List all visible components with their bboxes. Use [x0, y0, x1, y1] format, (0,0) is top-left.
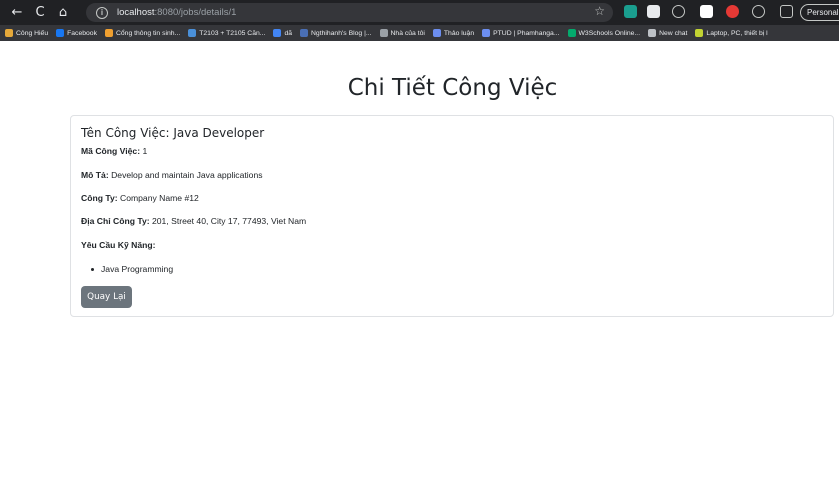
bookmark-item[interactable]: Cổng thông tin sinh... [104, 29, 181, 37]
skill-list-item: Java Programming [91, 264, 173, 274]
bookmark-item[interactable]: dã [273, 29, 292, 37]
bookmark-label: PTUD | Phamhanga... [493, 29, 560, 37]
bookmark-label: Nhà của tôi [390, 29, 425, 37]
bookmark-item[interactable]: Ngthihanh's Blog |... [300, 29, 372, 37]
address-bar[interactable]: i localhost:8080/jobs/details/1 ☆ [86, 3, 613, 22]
page-title: Chi Tiết Công Việc [347, 75, 558, 101]
bookmark-label: Thảo luận [443, 29, 475, 37]
address-value: 201, Street 40, City 17, 77493, Viet Nam [151, 216, 307, 226]
bookmark-item[interactable]: PTUD | Phamhanga... [482, 29, 560, 37]
extension-icon[interactable] [752, 5, 765, 18]
bookmark-star-icon[interactable]: ☆ [594, 4, 605, 18]
job-desc-row: Mô Tả: Develop and maintain Java applica… [81, 170, 263, 180]
bookmark-item[interactable]: New chat [648, 29, 687, 37]
adblock-icon[interactable] [726, 5, 739, 18]
bookmark-favicon-icon [300, 29, 308, 37]
reload-icon[interactable]: C [31, 4, 49, 22]
bookmark-item[interactable]: Công Hiếu [5, 29, 48, 37]
bookmark-favicon-icon [482, 29, 491, 37]
job-desc-value: Develop and maintain Java applications [111, 170, 263, 180]
bookmark-favicon-icon [188, 29, 197, 37]
bookmarks-bar: Công Hiếu Facebook Cổng thông tin sinh... T… [0, 25, 839, 41]
job-id-row: Mã Công Việc: 1 [81, 146, 147, 156]
bookmark-item[interactable]: T2103 + T2105 Căn... [188, 29, 265, 37]
extension-icon[interactable] [672, 5, 685, 18]
extension-icon[interactable] [700, 5, 713, 18]
address-label: Địa Chỉ Công Ty: [81, 216, 150, 226]
bookmark-item[interactable]: Thảo luận [432, 29, 475, 37]
url-text[interactable]: localhost:8080/jobs/details/1 [117, 7, 236, 18]
bookmark-favicon-icon [273, 29, 282, 37]
bookmark-item[interactable]: W3Schools Online... [567, 29, 641, 37]
bookmark-item[interactable]: Laptop, PC, thiết bị l [695, 29, 768, 37]
skills-row: Yêu Cầu Kỹ Năng: [81, 240, 156, 250]
bookmark-label: Laptop, PC, thiết bị l [706, 29, 768, 37]
address-row: Địa Chỉ Công Ty: 201, Street 40, City 17… [81, 216, 306, 226]
home-icon[interactable]: ⌂ [54, 4, 72, 22]
bookmark-label: Công Hiếu [16, 29, 49, 37]
job-desc-label: Mô Tả: [81, 170, 109, 180]
extension-icon[interactable] [647, 5, 660, 18]
bookmark-label: Ngthihanh's Blog |... [311, 29, 372, 37]
job-title: Tên Công Việc: Java Developer [81, 126, 265, 140]
bookmark-favicon-icon [379, 29, 388, 37]
bookmark-label: Facebook [67, 29, 97, 37]
profile-button[interactable]: Personal [800, 4, 839, 21]
bookmark-favicon-icon [5, 29, 13, 37]
back-button[interactable]: Quay Lại [81, 286, 132, 308]
job-id-label: Mã Công Việc: [81, 146, 141, 156]
bookmarks-icon[interactable] [780, 5, 793, 18]
browser-toolbar: ← C ⌂ i localhost:8080/jobs/details/1 ☆ … [0, 0, 839, 25]
bookmark-favicon-icon [695, 29, 704, 37]
bookmark-item[interactable]: Facebook [56, 29, 97, 37]
company-row: Công Ty: Company Name #12 [81, 193, 199, 203]
extension-icon[interactable] [624, 5, 637, 18]
skills-label: Yêu Cầu Kỹ Năng: [81, 240, 156, 250]
bookmark-favicon-icon [56, 29, 65, 37]
bookmark-item[interactable]: Nhà của tôi [379, 29, 425, 37]
bookmark-favicon-icon [567, 29, 576, 37]
bookmark-label: Cổng thông tin sinh... [115, 29, 181, 37]
bookmark-label: W3Schools Online... [578, 29, 641, 37]
skill-name: Java Programming [101, 264, 174, 274]
bookmark-favicon-icon [648, 29, 657, 37]
bookmark-favicon-icon [432, 29, 441, 37]
site-info-icon[interactable]: i [96, 6, 108, 19]
job-id-value: 1 [142, 146, 148, 156]
bookmark-label: New chat [659, 29, 688, 37]
page-content: Chi Tiết Công Việc Tên Công Việc: Java D… [0, 41, 839, 483]
company-value: Company Name #12 [120, 193, 199, 203]
bookmark-favicon-icon [104, 29, 113, 37]
bookmark-label: dã [284, 29, 292, 37]
job-detail-card: Tên Công Việc: Java Developer Mã Công Vi… [70, 115, 834, 317]
bookmark-label: T2103 + T2105 Căn... [199, 29, 266, 37]
bullet-icon [91, 267, 94, 271]
company-label: Công Ty: [81, 193, 118, 203]
back-arrow-icon[interactable]: ← [8, 4, 26, 22]
